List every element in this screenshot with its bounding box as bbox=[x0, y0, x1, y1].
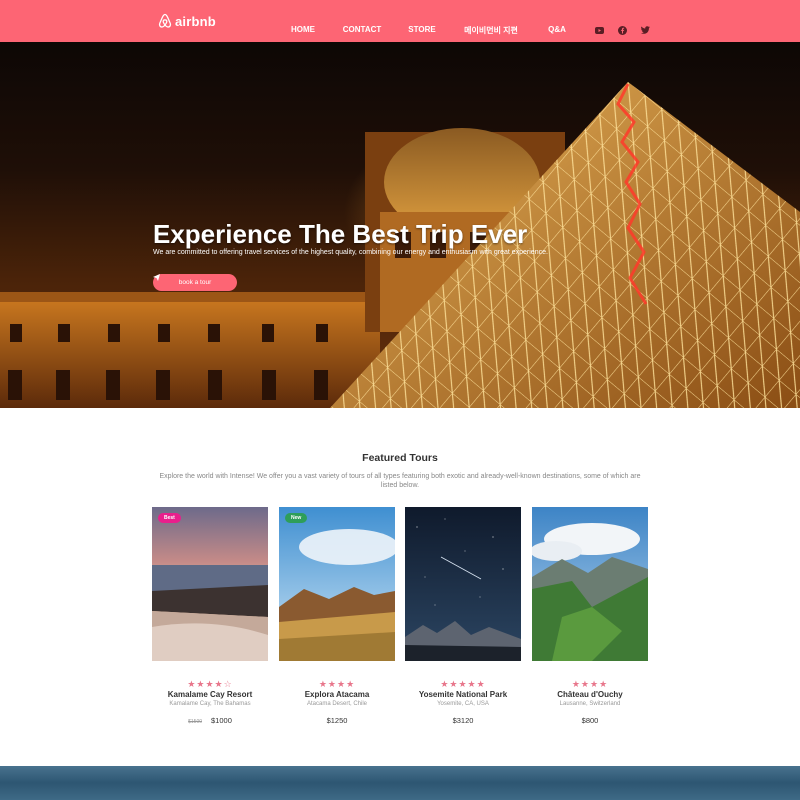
tour-card-atacama[interactable]: New ★★★★ Explora Atacama Atacama Desert,… bbox=[279, 507, 395, 727]
paper-plane-icon bbox=[153, 274, 160, 281]
tour-card-ouchy[interactable]: ★★★★ Château d'Ouchy Lausanne, Switzerla… bbox=[532, 507, 648, 727]
tour-price: $3120 bbox=[452, 716, 474, 725]
tour-location: Lausanne, Switzerland bbox=[559, 701, 621, 707]
rating-stars: ★★★★☆ bbox=[187, 679, 233, 689]
rating-stars: ★★★★★ bbox=[440, 679, 486, 689]
ocean-banner-image bbox=[0, 766, 800, 800]
tour-name[interactable]: Château d'Ouchy bbox=[532, 690, 648, 699]
tour-location: Atacama Desert, Chile bbox=[306, 701, 368, 707]
nav-link-contact[interactable]: CONTACT bbox=[343, 25, 382, 34]
nav-link-korean[interactable]: 메이비먼비 지편 bbox=[464, 25, 518, 36]
badge-best: Best bbox=[158, 513, 181, 523]
airbnb-logo-icon bbox=[158, 13, 172, 28]
tour-price: $1500 $1000 bbox=[152, 716, 268, 725]
tour-old-price: $1500 bbox=[188, 719, 203, 725]
tour-image-valley[interactable] bbox=[532, 507, 648, 661]
twitter-icon[interactable] bbox=[640, 25, 650, 35]
brand-name: airbnb bbox=[175, 13, 216, 29]
tour-current-price: $1000 bbox=[211, 716, 232, 725]
hero-title: Experience The Best Trip Ever bbox=[153, 219, 528, 249]
facebook-icon[interactable] bbox=[617, 25, 627, 35]
tour-name[interactable]: Kamalame Cay Resort bbox=[152, 690, 268, 699]
badge-new: New bbox=[285, 513, 308, 523]
top-nav: airbnb HOME CONTACT STORE 메이비먼비 지편 Q&A bbox=[0, 0, 800, 42]
brand-logo[interactable]: airbnb bbox=[158, 12, 216, 30]
tour-location: Yosemite, CA, USA bbox=[437, 701, 489, 707]
nav-link-store[interactable]: STORE bbox=[408, 25, 435, 34]
rating-stars: ★★★★ bbox=[571, 679, 609, 689]
nav-link-qa[interactable]: Q&A bbox=[548, 25, 566, 34]
tour-image-beach[interactable]: Best bbox=[152, 507, 268, 661]
tour-image-desert[interactable]: New bbox=[279, 507, 395, 661]
hero-subtitle: We are committed to offering travel serv… bbox=[153, 249, 548, 256]
tour-card-kamalame[interactable]: Best ★★★★☆ Kamalame Cay Resort Kamalame … bbox=[152, 507, 268, 727]
featured-description: Explore the world with Intense! We offer… bbox=[159, 473, 641, 489]
featured-title: Featured Tours bbox=[362, 452, 438, 464]
youtube-icon[interactable] bbox=[594, 25, 604, 35]
hero-banner: Experience The Best Trip Ever We are com… bbox=[0, 42, 800, 408]
tour-image-night-sky[interactable] bbox=[405, 507, 521, 661]
tour-name[interactable]: Yosemite National Park bbox=[405, 690, 521, 699]
book-tour-label: book a tour bbox=[178, 279, 212, 286]
book-tour-button[interactable]: book a tour bbox=[153, 274, 237, 291]
nav-link-home[interactable]: HOME bbox=[291, 25, 315, 34]
tour-card-yosemite[interactable]: ★★★★★ Yosemite National Park Yosemite, C… bbox=[405, 507, 521, 727]
tour-name[interactable]: Explora Atacama bbox=[279, 690, 395, 699]
tour-price: $1250 bbox=[326, 716, 348, 725]
tour-location: Kamalame Cay, The Bahamas bbox=[169, 701, 251, 707]
tour-price: $800 bbox=[581, 716, 599, 725]
rating-stars: ★★★★ bbox=[318, 679, 356, 689]
